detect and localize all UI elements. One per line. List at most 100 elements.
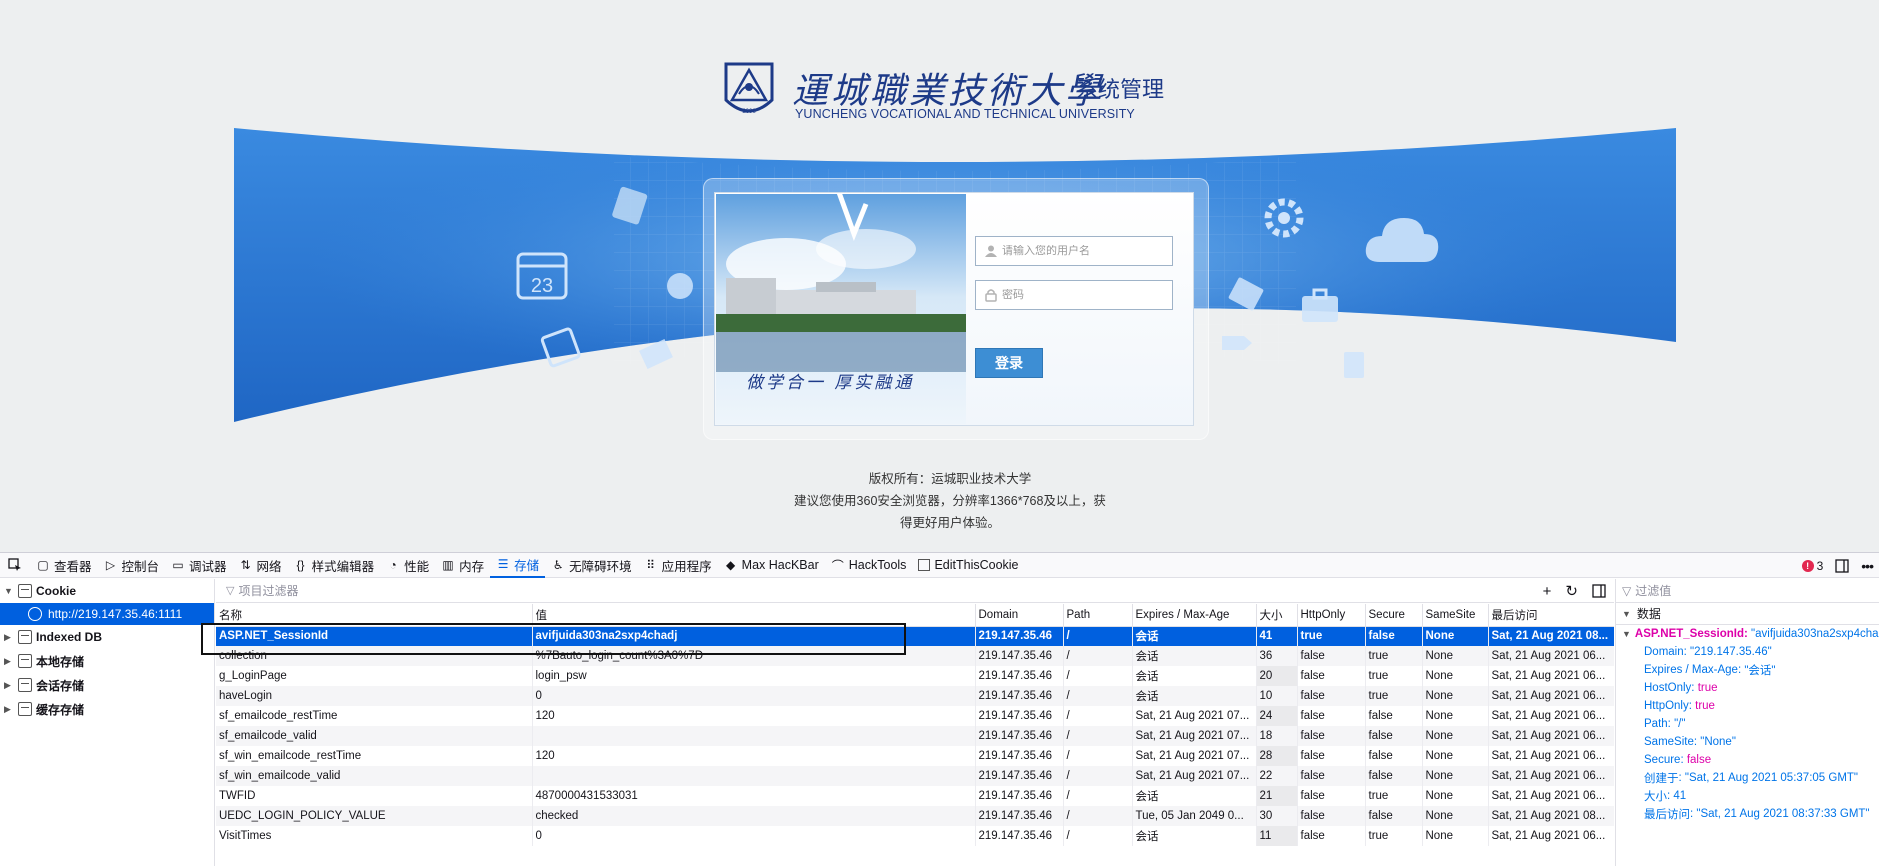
column-header-value[interactable]: 值	[532, 604, 976, 627]
tab-debugger[interactable]: ▭ 调试器	[165, 553, 233, 578]
table-header: 名称值 Domain Path Expires / Max-Age 大小 HttpOnly…	[216, 604, 1614, 627]
detail-property[interactable]: 大小: 41	[1616, 787, 1879, 805]
password-input[interactable]	[1002, 289, 1162, 301]
tab-style-editor[interactable]: {} 样式编辑器	[288, 553, 381, 578]
dock-side-icon[interactable]	[1835, 558, 1849, 573]
database-icon	[18, 702, 32, 716]
cell-expires: 会话	[1132, 646, 1257, 666]
detail-property[interactable]: Domain: "219.147.35.46"	[1616, 643, 1879, 661]
cell-samesite: None	[1422, 826, 1489, 846]
login-button[interactable]: 登录	[975, 348, 1043, 378]
cell-domain: 219.147.35.46	[975, 786, 1064, 806]
tree-item-cookie-host[interactable]: http://219.147.35.46:1111	[0, 603, 214, 625]
table-row[interactable]: g_LoginPage login_psw 219.147.35.46/会话 20 fa…	[216, 666, 1614, 686]
item-filter-input[interactable]: 项目过滤器	[238, 582, 298, 599]
detail-property[interactable]: Expires / Max-Age: "会话"	[1616, 661, 1879, 679]
cell-path: /	[1063, 806, 1133, 826]
column-header-name[interactable]: 名称	[216, 604, 533, 627]
memory-icon: ▥	[442, 558, 454, 572]
collapsed-arrow-icon: ▶	[4, 631, 11, 642]
tab-accessibility[interactable]: ♿ 无障碍环境	[545, 553, 638, 578]
column-header-expires[interactable]: Expires / Max-Age	[1132, 604, 1257, 627]
browser-advice-line2: 得更好用户体验。	[899, 516, 1000, 530]
tab-network[interactable]: ⇅ 网络	[233, 553, 288, 578]
cell-path: /	[1063, 786, 1133, 806]
detail-property[interactable]: HttpOnly: true	[1616, 697, 1879, 715]
detail-property-key: Path	[1644, 718, 1668, 730]
table-row[interactable]: haveLogin 0 219.147.35.46/会话 10 false true Non…	[216, 686, 1614, 706]
tab-storage[interactable]: ☰ 存储	[490, 553, 546, 578]
cell-httponly: false	[1297, 826, 1366, 846]
tab-inspector[interactable]: ▢ 查看器	[30, 553, 98, 578]
detail-property[interactable]: SameSite: "None"	[1616, 733, 1879, 751]
detail-property[interactable]: HostOnly: true	[1616, 679, 1879, 697]
table-row[interactable]: sf_win_emailcode_valid 219.147.35.46/Sat,…	[216, 766, 1614, 786]
tab-memory[interactable]: ▥ 内存	[435, 553, 490, 578]
tree-item-cache-storage[interactable]: ▶ 缓存存储	[0, 697, 214, 721]
tab-editthiscookie[interactable]: EditThisCookie	[912, 553, 1024, 578]
network-icon: ⇅	[240, 558, 251, 572]
tab-application[interactable]: ⠿ 应用程序	[638, 553, 718, 578]
column-header-secure[interactable]: Secure	[1365, 604, 1423, 627]
cell-expires: Tue, 05 Jan 2049 0...	[1132, 806, 1257, 826]
tab-max-hackbar[interactable]: ◆ Max HacKBar	[718, 553, 825, 578]
column-header-samesite[interactable]: SameSite	[1422, 604, 1489, 627]
cell-httponly: false	[1297, 766, 1366, 786]
tree-item-cookie[interactable]: ▼ Cookie	[0, 579, 214, 603]
password-field[interactable]	[975, 280, 1173, 310]
cell-name: ASP.NET_SessionId	[216, 626, 533, 646]
detail-property[interactable]: 创建于: "Sat, 21 Aug 2021 05:37:05 GMT"	[1616, 769, 1879, 787]
page-footer: 版权所有：运城职业技术大学 建议您使用360安全浏览器，分辨率1366*768及…	[790, 468, 1110, 534]
detail-property[interactable]: Secure: false	[1616, 751, 1879, 769]
system-title: 系统管理	[1076, 77, 1165, 102]
toggle-sidebar-icon[interactable]	[1592, 584, 1606, 598]
cell-expires: 会话	[1132, 626, 1257, 646]
cell-secure: false	[1365, 746, 1423, 766]
detail-property[interactable]: 最后访问: "Sat, 21 Aug 2021 08:37:33 GMT"	[1616, 805, 1879, 823]
cell-size: 24	[1256, 706, 1298, 726]
detail-cookie-root[interactable]: ▼ ASP.NET_SessionId: "avifjuida303na2sxp…	[1616, 625, 1879, 643]
table-row[interactable]: UEDC_LOGIN_POLICY_VALUE checked 219.147.35…	[216, 806, 1614, 826]
cell-path: /	[1063, 646, 1133, 666]
add-item-icon[interactable]: +	[1543, 583, 1552, 600]
cookie-editor-icon	[918, 559, 931, 571]
table-row[interactable]: sf_emailcode_restTime 120 219.147.35.46/Sa…	[216, 706, 1614, 726]
column-header-size[interactable]: 大小	[1256, 604, 1298, 627]
tab-performance[interactable]: ◔ 性能	[380, 553, 435, 578]
username-field[interactable]	[975, 236, 1173, 266]
element-picker-button[interactable]	[0, 553, 30, 578]
column-header-last-accessed[interactable]: 最后访问	[1488, 604, 1614, 627]
database-icon	[18, 584, 32, 598]
tree-item-session-storage[interactable]: ▶ 会话存储	[0, 673, 214, 697]
more-options-icon[interactable]: •••	[1861, 558, 1874, 574]
column-header-domain[interactable]: Domain	[975, 604, 1064, 627]
table-row[interactable]: ASP.NET_SessionId avifjuida303na2sxp4chad…	[216, 626, 1614, 646]
cell-size: 20	[1256, 666, 1298, 686]
tree-item-local-storage[interactable]: ▶ 本地存储	[0, 649, 214, 673]
table-row[interactable]: TWFID 4870000431533031 219.147.35.46/会话 21 f…	[216, 786, 1614, 806]
value-filter[interactable]: ▽ 过滤值	[1616, 579, 1879, 603]
username-input[interactable]	[1002, 245, 1162, 257]
cell-path: /	[1063, 626, 1133, 646]
cell-httponly: false	[1297, 746, 1366, 766]
column-header-httponly[interactable]: HttpOnly	[1297, 604, 1366, 627]
table-row[interactable]: sf_win_emailcode_restTime 120 219.147.35.4…	[216, 746, 1614, 766]
tab-hacktools[interactable]: ⌒ HackTools	[825, 553, 913, 578]
detail-property[interactable]: Path: "/"	[1616, 715, 1879, 733]
database-icon	[18, 678, 32, 692]
cell-path: /	[1063, 686, 1133, 706]
table-row[interactable]: VisitTimes 0 219.147.35.46/会话 11 false true No…	[216, 826, 1614, 846]
cell-last-accessed: Sat, 21 Aug 2021 06...	[1488, 826, 1614, 846]
cell-domain: 219.147.35.46	[975, 726, 1064, 746]
tree-item-indexed-db[interactable]: ▶ Indexed DB	[0, 625, 214, 649]
collapsed-arrow-icon: ▶	[4, 679, 11, 690]
error-counter[interactable]: ! 3	[1801, 559, 1823, 573]
column-header-path[interactable]: Path	[1063, 604, 1133, 627]
detail-section-header[interactable]: ▼ 数据	[1616, 603, 1879, 625]
refresh-icon[interactable]: ↻	[1565, 582, 1578, 600]
table-row[interactable]: collection %7Bauto_login_count%3A0%7D 219.…	[216, 646, 1614, 666]
cell-size: 36	[1256, 646, 1298, 666]
login-page: 2006 運城職業技術大學 系统管理 YUNCHENG VOCATIONAL A…	[0, 0, 1879, 552]
tab-console[interactable]: ▷ 控制台	[98, 553, 166, 578]
table-row[interactable]: sf_emailcode_valid 219.147.35.46/Sat, 21 …	[216, 726, 1614, 746]
